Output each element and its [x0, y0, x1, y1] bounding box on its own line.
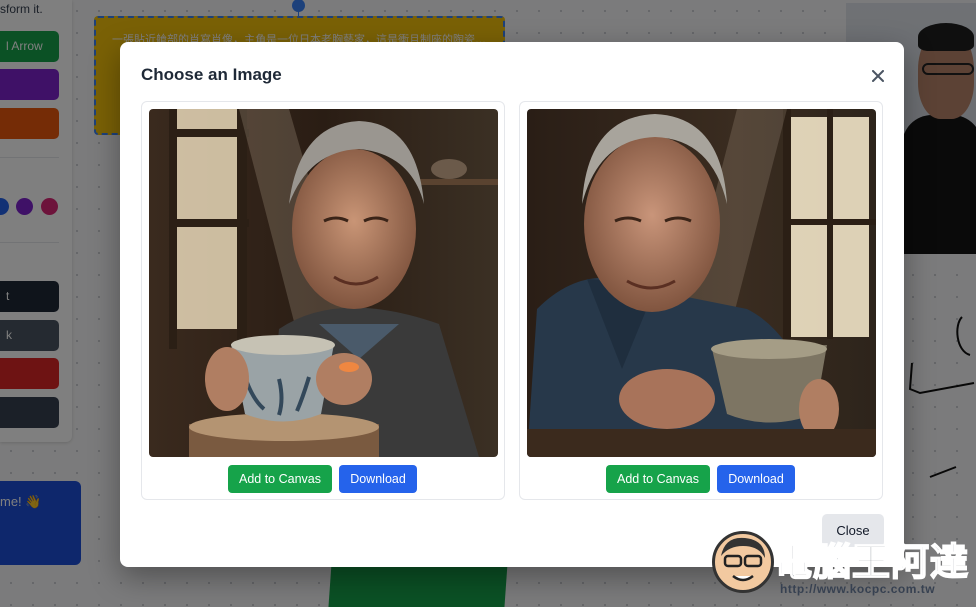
choose-image-dialog: Choose an Image Add to Canvas Download A… [120, 42, 904, 567]
image-option-2: Add to Canvas Download [519, 101, 883, 500]
add-to-canvas-button[interactable]: Add to Canvas [228, 465, 332, 493]
download-button[interactable]: Download [339, 465, 417, 493]
download-button[interactable]: Download [717, 465, 795, 493]
watermark-brand: 電腦王阿達 [773, 539, 970, 585]
add-to-canvas-button[interactable]: Add to Canvas [606, 465, 710, 493]
watermark-url: http://www.kocpc.com.tw [780, 582, 936, 596]
mascot-logo-icon [712, 531, 774, 593]
image-option-1: Add to Canvas Download [141, 101, 505, 500]
dialog-title: Choose an Image [141, 65, 282, 84]
generated-image-1[interactable] [149, 109, 498, 457]
watermark: 電腦王阿達 http://www.kocpc.com.tw [712, 527, 974, 605]
generated-image-2[interactable] [527, 109, 876, 457]
close-icon[interactable] [866, 64, 890, 88]
